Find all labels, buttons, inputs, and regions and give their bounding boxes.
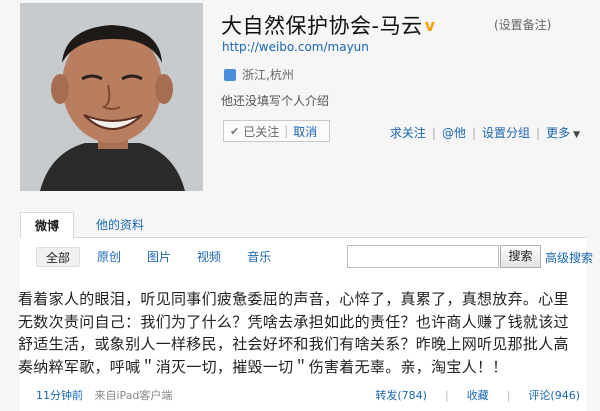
chevron-down-icon: ▼ [573,130,580,140]
profile-actions: 求关注 | @他 | 设置分组 | 更多 ▼ [390,124,580,141]
post-meta: 11分钟前 来自iPad客户端 [36,387,172,403]
filter-music[interactable]: 音乐 [238,247,280,267]
search-button[interactable]: 搜索 [500,245,541,268]
divider: | [506,388,511,402]
set-group-link[interactable]: 设置分组 [482,124,530,141]
filter-original[interactable]: 原创 [88,247,130,267]
followed-label: 已关注 [243,124,280,139]
tab-weibo[interactable]: 微博 [20,212,75,239]
feed-search-input[interactable] [347,245,499,268]
divider: | [536,125,541,140]
post-time-link[interactable]: 11分钟前 [36,389,83,402]
profile-tabs: 微博 他的资料 [20,208,586,239]
profile-avatar [20,3,203,191]
location-icon [224,68,236,81]
divider: | [431,125,436,140]
set-remark-link[interactable]: (设置备注) [494,16,551,33]
filter-all[interactable]: 全部 [36,247,81,267]
follow-status-box: ✔ 已关注 | 取消 [223,120,330,142]
verified-v-icon: v [424,16,436,35]
post-source: 来自iPad客户端 [94,389,173,402]
post-actions: 转发(784) | 收藏 | 评论(946) [375,387,580,403]
post-text: 看着家人的眼泪，听见同事们疲惫委屈的声音，心悴了，真累了，真想放弃。心里无数次责… [18,290,569,376]
divider: | [444,388,449,402]
divider: | [284,124,289,138]
filter-pictures[interactable]: 图片 [138,247,180,267]
profile-location: 浙江,杭州 [224,66,294,83]
more-menu[interactable]: 更多 ▼ [546,124,580,141]
filter-videos[interactable]: 视频 [188,247,230,267]
favorite-link[interactable]: 收藏 [467,387,489,403]
check-icon: ✔ [230,124,240,138]
profile-name: 大自然保护协会-马云 v [221,10,439,40]
divider: | [471,125,476,140]
unfollow-button[interactable]: 取消 [293,123,317,140]
ask-follow-link[interactable]: 求关注 [390,124,426,141]
repost-link[interactable]: 转发(784) [375,387,427,403]
profile-bio: 他还没填写个人介绍 [221,94,330,108]
advanced-search-link[interactable]: 高级搜索 [545,249,600,266]
comment-link[interactable]: 评论(946) [528,387,580,403]
feed-panel: 全部 原创 图片 视频 音乐 搜索 高级搜索 看着家人的眼泪，听见同事们疲惫委屈… [18,238,593,411]
profile-url-link[interactable]: http://weibo.com/mayun [222,40,369,54]
tab-profile-info[interactable]: 他的资料 [82,212,158,239]
feed-filters: 全部 原创 图片 视频 音乐 [36,247,288,267]
mention-link[interactable]: @他 [442,124,466,141]
location-text: 浙江,杭州 [242,68,294,82]
